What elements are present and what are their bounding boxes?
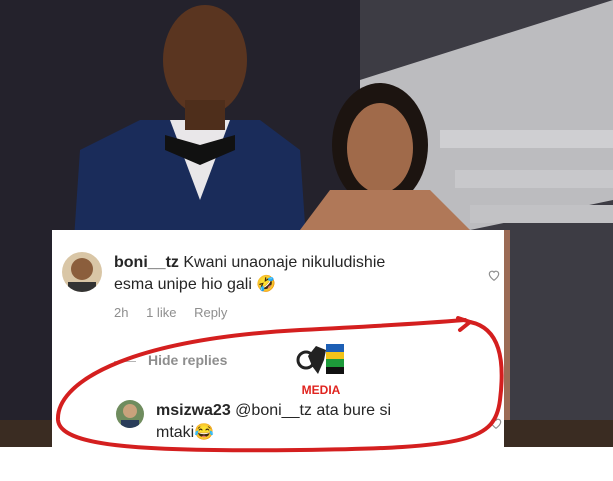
comment-text-line2: esma unipe hio gali	[114, 276, 252, 293]
reply-text-line2: mtaki	[156, 424, 195, 441]
hide-replies-button[interactable]: Hide replies	[114, 352, 227, 368]
laughing-emoji: 🤣	[256, 276, 277, 293]
comment-text-line1: Kwani unaonaje nikuludishie	[183, 254, 386, 271]
africa-flag-logo-icon	[296, 344, 344, 374]
commenter-avatar[interactable]	[62, 252, 102, 292]
reply-text-line1: @boni__tz ata bure si	[235, 402, 392, 419]
reply-username[interactable]: msizwa23	[156, 402, 231, 419]
comment-meta: 2h 1 like Reply	[114, 305, 241, 320]
comment-body: boni__tz Kwani unaonaje nikuludishie esm…	[114, 252, 494, 296]
like-heart-icon[interactable]	[487, 268, 501, 282]
comment-time: 2h	[114, 305, 129, 320]
reply-like-heart-icon[interactable]	[489, 416, 503, 430]
divider-line	[114, 360, 136, 362]
hide-replies-label: Hide replies	[148, 352, 228, 368]
watermark-text: MEDIA	[301, 383, 341, 397]
comment-username[interactable]: boni__tz	[114, 254, 179, 271]
reply-button[interactable]: Reply	[194, 305, 227, 320]
tears-of-joy-emoji: 😂	[194, 424, 215, 441]
replier-avatar[interactable]	[116, 400, 144, 428]
comment-likes[interactable]: 1 like	[146, 305, 176, 320]
media-watermark: MEDIA	[296, 340, 346, 397]
reply-body: msizwa23 @boni__tz ata bure si mtaki😂	[156, 400, 486, 444]
